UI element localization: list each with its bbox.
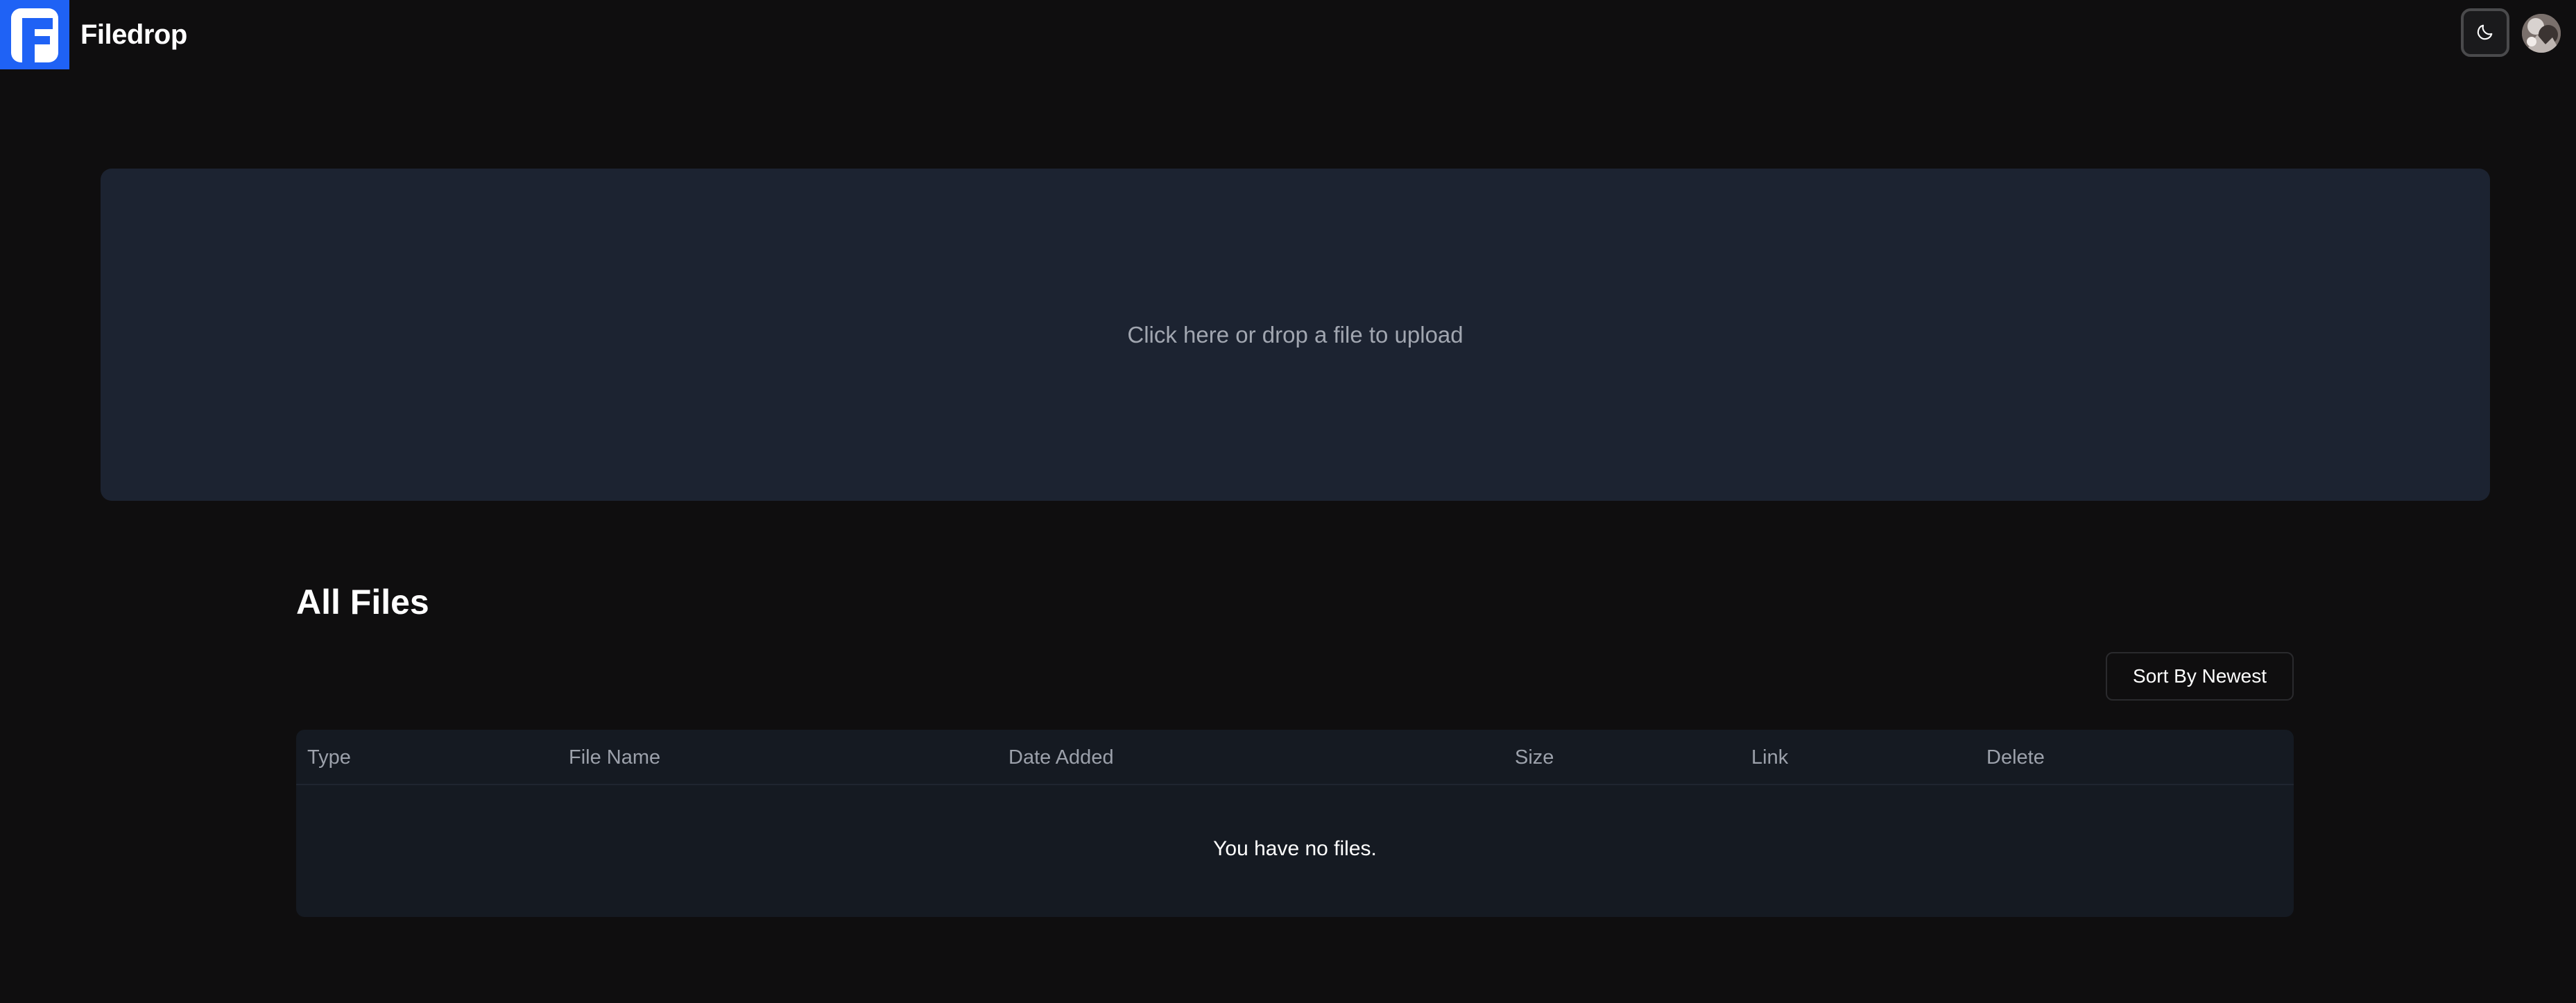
moon-icon (2475, 22, 2495, 44)
brand-name[interactable]: Filedrop (80, 17, 187, 53)
empty-files-message: You have no files. (1213, 837, 1377, 860)
user-avatar[interactable] (2522, 14, 2561, 53)
theme-toggle-button[interactable] (2461, 8, 2509, 57)
upload-prompt: Click here or drop a file to upload (1127, 321, 1463, 348)
logo-icon[interactable] (0, 0, 69, 69)
column-header-type: Type (307, 746, 351, 769)
column-header-delete: Delete (1986, 746, 2045, 769)
files-table: Type File Name Date Added Size Link Dele… (296, 730, 2294, 917)
app-root: Filedrop Click here or drop a file to up… (0, 0, 2576, 1003)
top-header: Filedrop (0, 0, 2576, 69)
upload-dropzone[interactable]: Click here or drop a file to upload (101, 169, 2490, 501)
column-header-file-name: File Name (569, 746, 661, 769)
table-header: Type File Name Date Added Size Link Dele… (296, 730, 2294, 785)
column-header-date-added: Date Added (1008, 746, 1114, 769)
column-header-size: Size (1515, 746, 1554, 769)
files-section-title: All Files (296, 583, 429, 621)
sort-button[interactable]: Sort By Newest (2106, 652, 2294, 701)
column-header-link: Link (1751, 746, 1789, 769)
